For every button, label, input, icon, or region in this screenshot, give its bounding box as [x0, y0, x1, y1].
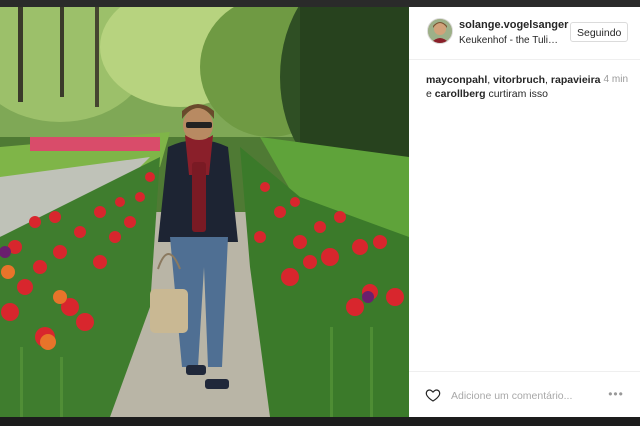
- likes-summary: mayconpahl, vitorbruch, rapavieira e car…: [426, 73, 628, 101]
- liker-link[interactable]: rapavieira: [551, 74, 601, 86]
- heart-icon[interactable]: [425, 387, 441, 403]
- post-photo[interactable]: [0, 7, 409, 417]
- more-options-icon[interactable]: •••: [607, 387, 625, 401]
- likes-suffix: curtiram isso: [488, 88, 548, 100]
- liker-link[interactable]: mayconpahl: [426, 74, 487, 86]
- post-time: 4 min: [603, 74, 628, 85]
- post-header: solange.vogelsanger Keukenhof - the Tuli…: [409, 7, 640, 60]
- likers-and: e: [426, 88, 432, 100]
- liker-link[interactable]: carollberg: [435, 88, 486, 100]
- backdrop-top-strip: [0, 0, 640, 7]
- username-link[interactable]: solange.vogelsanger: [459, 19, 568, 31]
- avatar-image: [428, 19, 452, 43]
- tulip-garden-image: [0, 7, 409, 417]
- following-button[interactable]: Seguindo: [570, 22, 629, 42]
- location-link[interactable]: Keukenhof - the Tulip...: [459, 35, 559, 46]
- post-detail-panel: solange.vogelsanger Keukenhof - the Tuli…: [409, 7, 640, 417]
- liker-link[interactable]: vitorbruch: [493, 74, 545, 86]
- comment-bar: •••: [409, 371, 640, 418]
- comment-input[interactable]: [449, 386, 603, 406]
- backdrop-bottom-strip: [0, 417, 640, 426]
- avatar[interactable]: [427, 18, 453, 44]
